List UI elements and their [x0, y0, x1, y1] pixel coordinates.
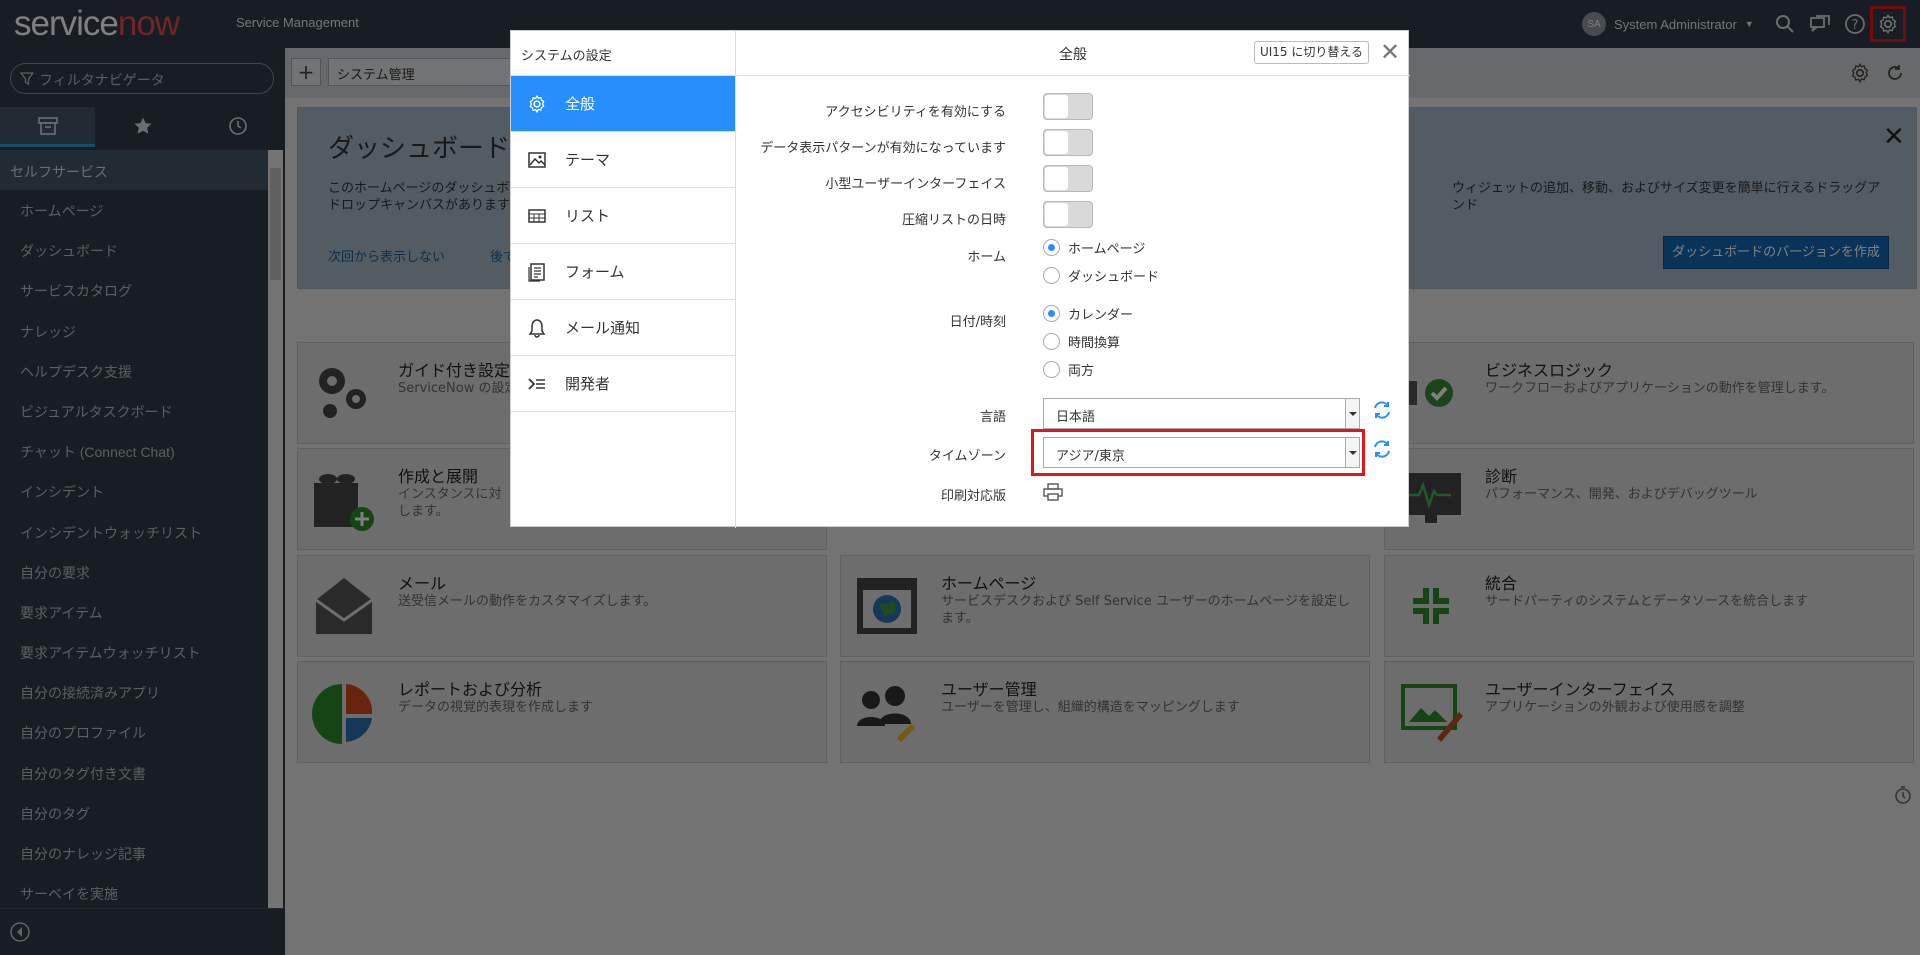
menu-item-general[interactable]: 全般: [511, 76, 735, 132]
system-settings-modal: システムの設定 全般 テーマ リスト フォーム メール通知 開発者 全般 UI1…: [510, 30, 1410, 528]
radio-label: ダッシュボード: [1068, 270, 1160, 285]
menu-item-label: フォーム: [565, 263, 625, 281]
radio-label: カレンダー: [1068, 308, 1134, 323]
settings-menu: システムの設定 全般 テーマ リスト フォーム メール通知 開発者: [511, 31, 736, 528]
radio-unchecked[interactable]: [1043, 333, 1060, 350]
datetime-radio-both[interactable]: 両方: [1043, 360, 1094, 379]
compact-ui-label: 小型ユーザーインターフェイス: [825, 177, 1006, 192]
bell-icon: [528, 318, 546, 338]
datetime-radio-conversion[interactable]: 時間換算: [1043, 332, 1120, 351]
radio-label: 時間換算: [1068, 336, 1121, 351]
timer-icon: [1895, 786, 1911, 804]
data-pattern-toggle[interactable]: [1043, 129, 1093, 156]
compact-list-date-label: 圧縮リストの日時: [901, 213, 1006, 228]
settings-menu-title: システムの設定: [511, 31, 735, 76]
radio-unchecked[interactable]: [1043, 267, 1060, 284]
menu-item-list[interactable]: リスト: [511, 188, 735, 244]
radio-checked[interactable]: [1043, 305, 1060, 322]
menu-item-email-notifications[interactable]: メール通知: [511, 300, 735, 356]
radio-label: 両方: [1068, 364, 1095, 379]
printer-icon: [1043, 483, 1063, 501]
timezone-value: アジア/東京: [1056, 449, 1125, 464]
datetime-label: 日付/時刻: [949, 315, 1006, 330]
developer-icon: [528, 377, 545, 390]
menu-item-theme[interactable]: テーマ: [511, 132, 735, 188]
data-pattern-label: データ表示パターンが有効になっています: [760, 141, 1006, 156]
image-icon: [528, 151, 546, 168]
language-label: 言語: [979, 410, 1006, 425]
menu-item-label: 開発者: [565, 375, 611, 393]
menu-item-label: テーマ: [565, 151, 611, 169]
menu-item-label: メール通知: [565, 319, 641, 337]
compact-list-date-toggle[interactable]: [1043, 201, 1093, 228]
timezone-label: タイムゾーン: [928, 449, 1006, 464]
chevron-down-icon[interactable]: [1345, 438, 1359, 467]
radio-checked[interactable]: [1043, 239, 1060, 256]
refresh-icon: [1374, 440, 1390, 458]
home-label: ホーム: [967, 250, 1006, 265]
timezone-select[interactable]: アジア/東京: [1043, 437, 1360, 468]
language-select[interactable]: 日本語: [1043, 398, 1360, 429]
list-icon: [528, 208, 546, 223]
settings-panel: 全般 UI15 に切り替える ✕ アクセシビリティを有効にする データ表示パター…: [736, 31, 1410, 528]
radio-unchecked[interactable]: [1043, 361, 1060, 378]
close-icon[interactable]: ✕: [1380, 39, 1400, 65]
menu-item-developer[interactable]: 開発者: [511, 356, 735, 412]
accessibility-label: アクセシビリティを有効にする: [825, 105, 1006, 120]
chevron-down-icon[interactable]: [1345, 399, 1359, 428]
menu-item-label: リスト: [565, 207, 611, 225]
compact-ui-toggle[interactable]: [1043, 165, 1093, 192]
accessibility-toggle[interactable]: [1043, 93, 1093, 120]
refresh-icon: [1374, 401, 1390, 419]
home-radio-dashboard[interactable]: ダッシュボード: [1043, 266, 1159, 285]
form-icon: [528, 262, 545, 282]
radio-label: ホームページ: [1068, 242, 1146, 257]
switch-to-ui15-button[interactable]: UI15 に切り替える: [1254, 41, 1369, 64]
language-value: 日本語: [1056, 410, 1096, 425]
home-radio-homepage[interactable]: ホームページ: [1043, 238, 1145, 257]
menu-item-label: 全般: [565, 95, 596, 113]
menu-item-form[interactable]: フォーム: [511, 244, 735, 300]
datetime-radio-calendar[interactable]: カレンダー: [1043, 304, 1133, 323]
print-label: 印刷対応版: [940, 489, 1006, 504]
gear-icon: [529, 94, 545, 113]
